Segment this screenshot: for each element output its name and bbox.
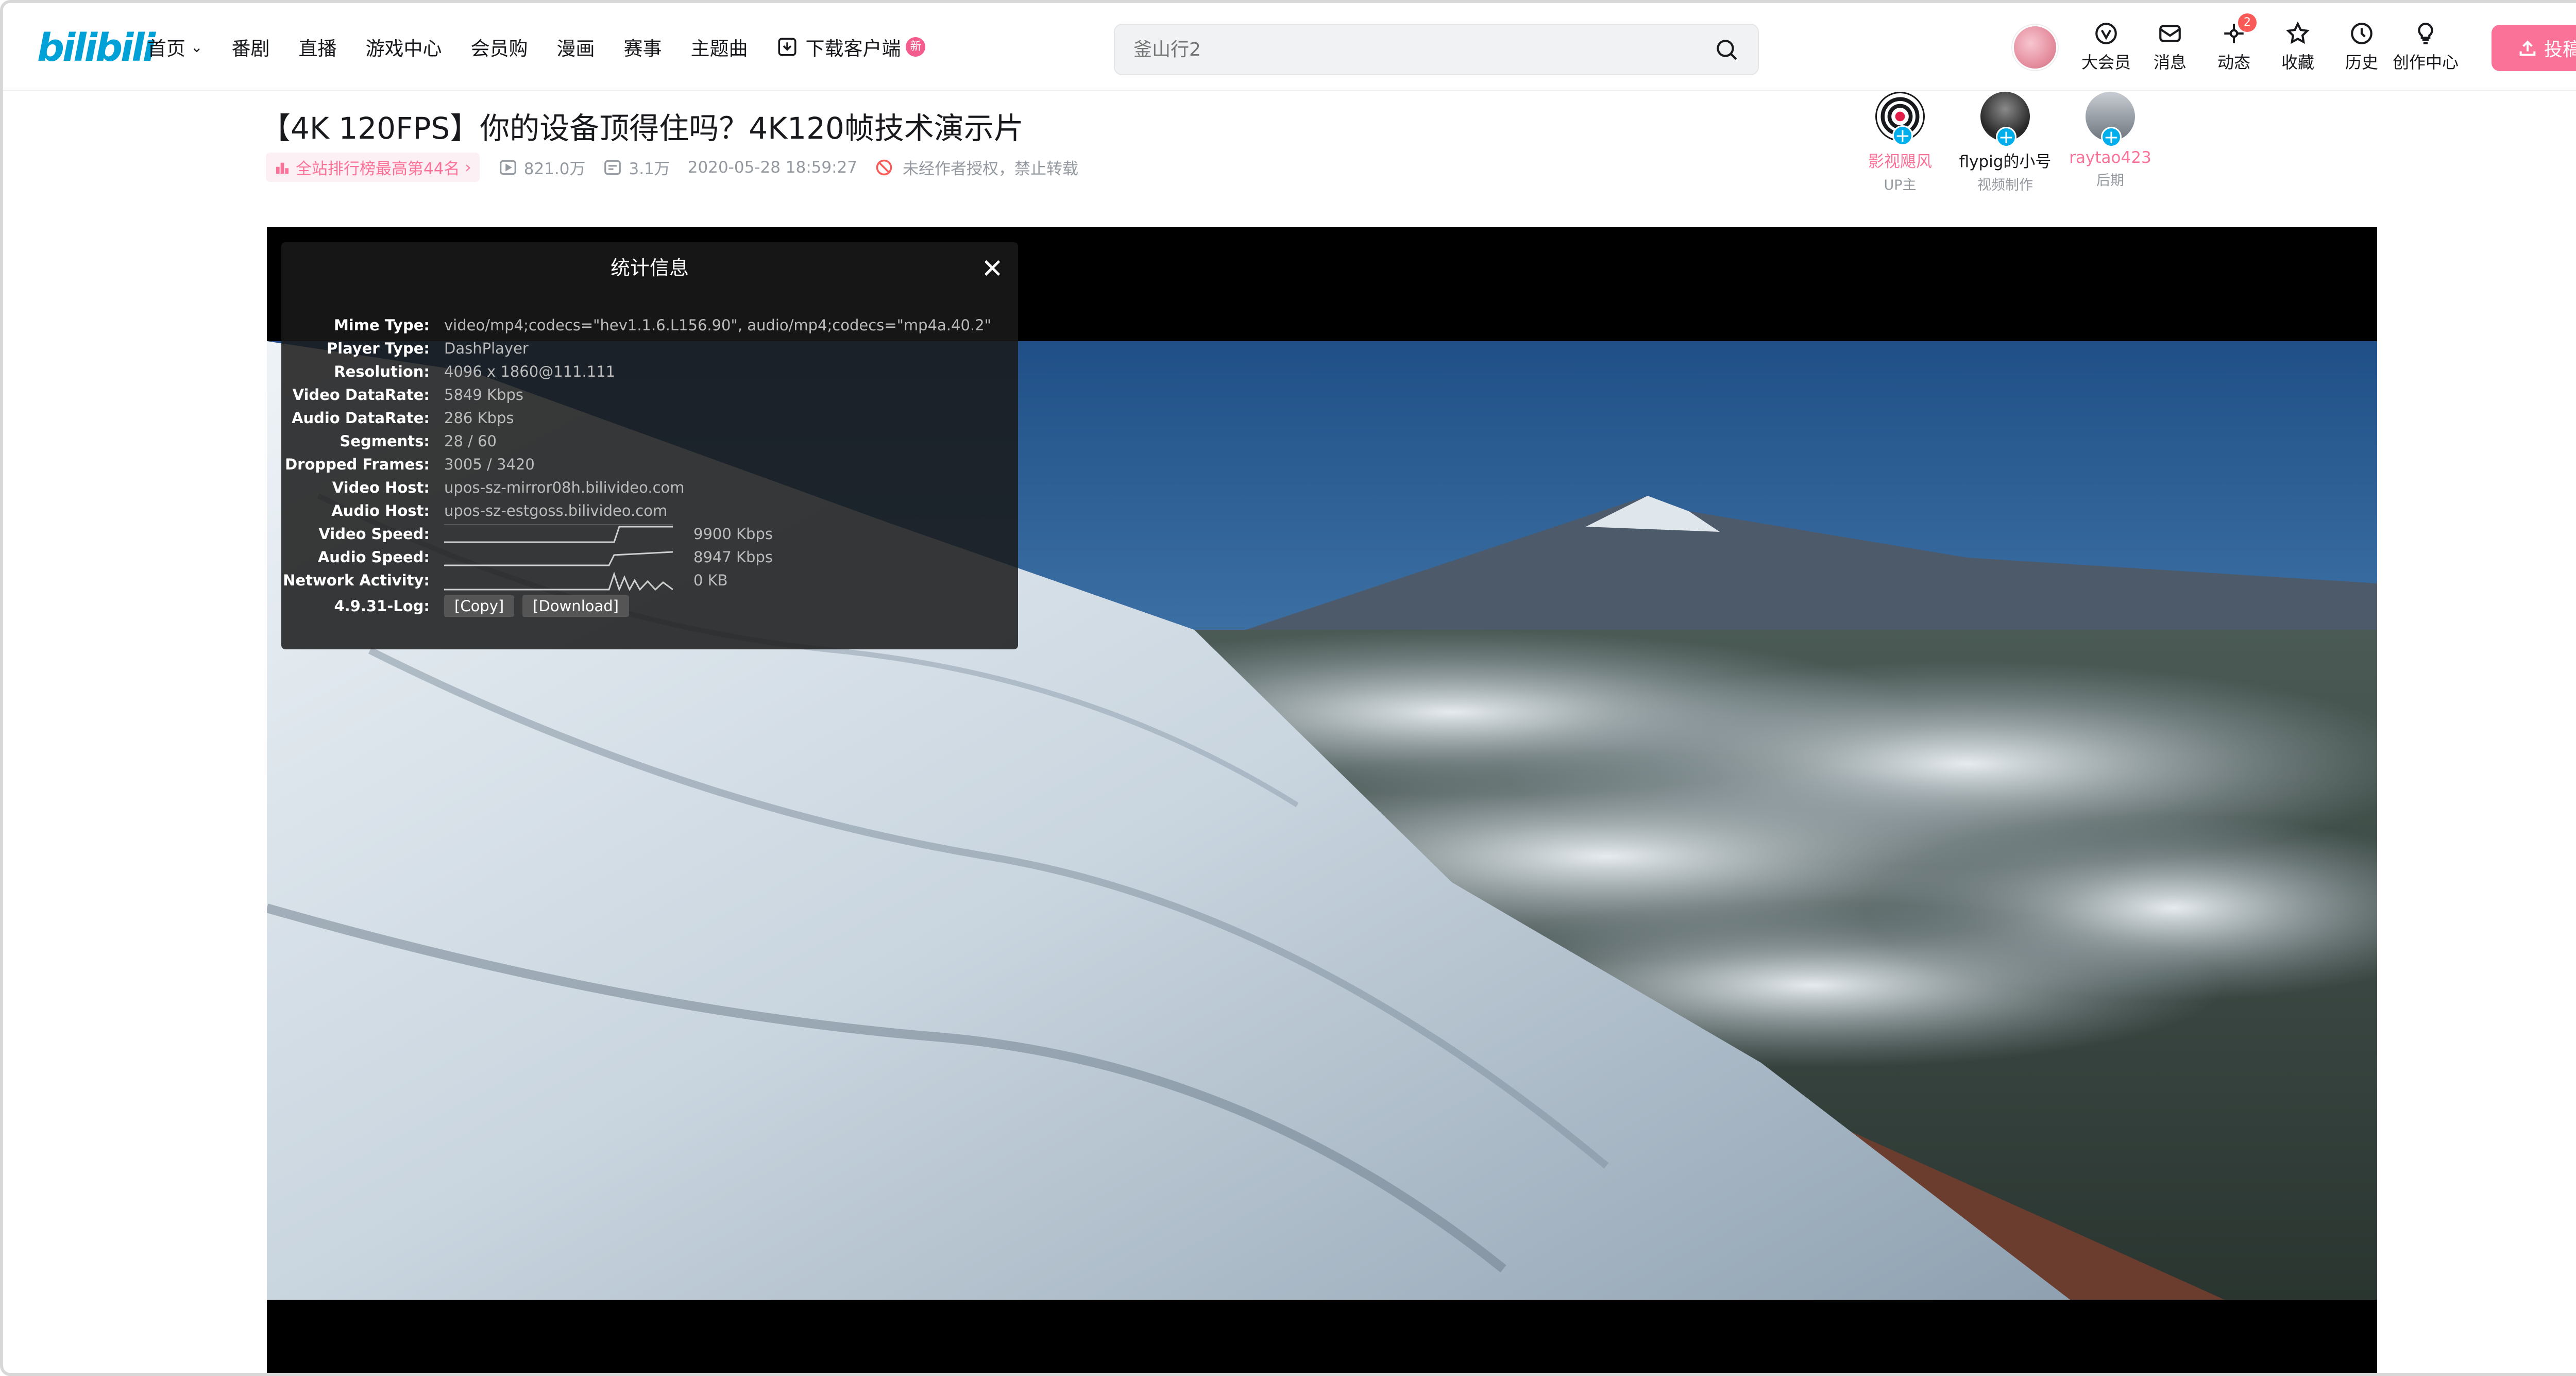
copy-log-button[interactable]: [Copy] xyxy=(444,595,515,617)
star-icon xyxy=(2286,21,2310,44)
notification-badge: 2 xyxy=(2238,13,2257,32)
play-count-icon xyxy=(499,160,516,175)
nav-theme-song[interactable]: 主题曲 xyxy=(690,33,748,61)
forbidden-icon xyxy=(876,159,892,175)
danmaku-count: 3.1万 xyxy=(603,156,670,179)
download-log-button[interactable]: [Download] xyxy=(522,595,629,617)
stats-row: Segments: 28 / 60 xyxy=(340,432,497,450)
stats-row: Video Host: upos-sz-mirror08h.bilivideo.c… xyxy=(332,478,685,496)
creator-avatar[interactable]: + xyxy=(1980,92,2030,147)
stats-row-audio-speed: Audio Speed: 8947 Kbps xyxy=(281,545,1018,568)
follow-plus-icon[interactable]: + xyxy=(1996,127,2016,147)
header-creator-center[interactable]: 创作中心 xyxy=(2393,21,2459,73)
rank-icon xyxy=(276,162,289,174)
nav-home[interactable]: 首页 ⌄ xyxy=(147,33,202,61)
video-meta: 全站排行榜最高第44名 › 821.0万 3.1万 2020-05-28 18:… xyxy=(266,153,1096,182)
message-icon xyxy=(2159,25,2181,42)
publish-date: 2020-05-28 18:59:27 xyxy=(687,158,858,177)
stats-row: Audio Host: upos-sz-estgoss.bilivideo.com xyxy=(331,501,668,519)
video-title: 【4K 120FPS】你的设备顶得住吗？4K120帧技术演示片 xyxy=(261,111,1024,146)
header-icons: 大会员 消息 2 动态 收藏 历史 创作中心 xyxy=(2074,3,2459,91)
stats-row: Mime Type: video/mp4;codecs="hev1.1.6.L15… xyxy=(333,316,991,334)
creator-list: + 影视飓风 UP主 + flypig的小号 视频制作 + raytao423 … xyxy=(1848,92,2163,194)
creator-card[interactable]: + raytao423 后期 xyxy=(2058,92,2163,194)
creator-avatar[interactable]: + xyxy=(1875,92,1925,146)
creator-card[interactable]: + 影视飓风 UP主 xyxy=(1848,92,1953,194)
stats-row: Audio DataRate: 286 Kbps xyxy=(292,409,514,427)
nav-download-client[interactable]: 下载客户端 新 xyxy=(776,33,926,61)
chevron-down-icon: ⌄ xyxy=(191,38,203,56)
video-player[interactable]: 统计信息 Mime Type: video/mp4;codecs="hev1.1.… xyxy=(267,227,2377,1373)
user-avatar[interactable] xyxy=(2012,25,2058,70)
audio-speed-sparkline xyxy=(444,551,673,566)
stats-title: 统计信息 xyxy=(610,257,689,279)
download-icon xyxy=(778,38,796,56)
vip-icon xyxy=(2095,23,2117,44)
browser-frame: bilibili 首页 ⌄ 番剧 直播 游戏中心 会员购 漫画 赛事 主题曲 下载… xyxy=(0,0,2576,1376)
copyright-notice: 未经作者授权，禁止转载 xyxy=(875,156,1078,179)
header-dynamic[interactable]: 2 动态 xyxy=(2202,13,2266,73)
follow-plus-icon[interactable]: + xyxy=(2101,127,2122,147)
nav-bangumi[interactable]: 番剧 xyxy=(231,33,269,61)
stats-row: Video DataRate: 5849 Kbps xyxy=(292,385,523,404)
stats-row: Resolution: 4096 x 1860@111.111 xyxy=(334,362,616,380)
header-vip[interactable]: 大会员 xyxy=(2074,21,2138,73)
bulb-icon xyxy=(2418,23,2433,44)
rank-badge[interactable]: 全站排行榜最高第44名 › xyxy=(266,153,480,182)
nav-game-center[interactable]: 游戏中心 xyxy=(365,33,442,61)
chevron-right-icon: › xyxy=(460,158,471,177)
history-icon xyxy=(2351,23,2372,44)
video-speed-sparkline xyxy=(444,524,673,543)
nav-live[interactable]: 直播 xyxy=(298,33,336,61)
stats-panel: 统计信息 Mime Type: video/mp4;codecs="hev1.1.… xyxy=(281,242,1018,649)
stats-row: Dropped Frames: 3005 / 3420 xyxy=(285,455,535,473)
creator-card[interactable]: + flypig的小号 视频制作 xyxy=(1953,92,2058,194)
search-icon[interactable] xyxy=(1714,37,1739,62)
close-icon[interactable] xyxy=(982,258,1003,278)
stats-row: Player Type: DashPlayer xyxy=(326,339,529,357)
header-history[interactable]: 历史 xyxy=(2330,21,2394,73)
main-nav: 首页 ⌄ 番剧 直播 游戏中心 会员购 漫画 赛事 主题曲 下载客户端 新 xyxy=(147,3,954,91)
upload-button[interactable]: 投稿 xyxy=(2492,25,2576,71)
views: 821.0万 xyxy=(498,156,585,179)
upload-icon xyxy=(2519,40,2536,56)
header-favorites[interactable]: 收藏 xyxy=(2266,21,2330,73)
stats-row-network: Network Activity: 0 KB xyxy=(281,568,1018,592)
new-badge: 新 xyxy=(906,37,926,57)
nav-manga[interactable]: 漫画 xyxy=(556,33,595,61)
stats-rows: Mime Type: video/mp4;codecs="hev1.1.6.L15… xyxy=(281,313,1018,620)
creator-avatar[interactable]: + xyxy=(2086,92,2135,147)
follow-plus-icon[interactable]: + xyxy=(1892,125,1913,146)
header-message[interactable]: 消息 xyxy=(2138,21,2202,73)
stats-row-video-speed: Video Speed: 9900 Kbps xyxy=(281,522,1018,545)
stats-row-log: 4.9.31-Log: [Copy] [Download] xyxy=(281,592,1018,620)
danmaku-icon xyxy=(604,160,621,175)
bilibili-logo[interactable]: bilibili xyxy=(37,26,156,70)
nav-match[interactable]: 赛事 xyxy=(623,33,662,61)
search-input[interactable] xyxy=(1133,39,1714,60)
nav-mall[interactable]: 会员购 xyxy=(470,33,528,61)
top-header: bilibili 首页 ⌄ 番剧 直播 游戏中心 会员购 漫画 赛事 主题曲 下载… xyxy=(3,3,2576,91)
search-bar xyxy=(1114,24,1759,75)
network-activity-sparkline xyxy=(444,571,673,591)
